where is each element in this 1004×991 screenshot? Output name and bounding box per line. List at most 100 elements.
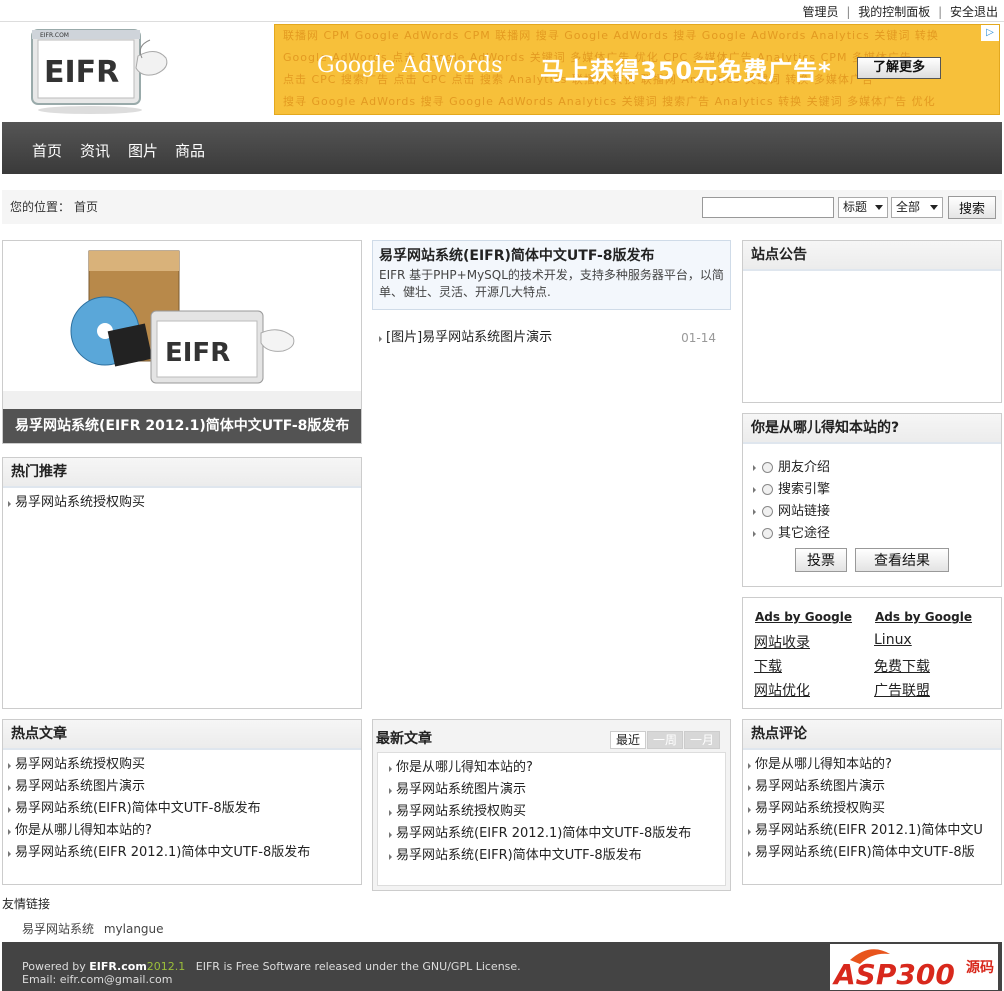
footer: Powered by EIFR.com2012.1 EIFR is Free S… [2,942,1002,991]
ad-link[interactable]: 下载 [754,656,782,676]
ads-by-google-label[interactable]: Ads by Google [755,610,852,624]
breadcrumb-home[interactable]: 首页 [74,198,98,215]
admin-link[interactable]: 管理员 [803,5,839,19]
logout-link[interactable]: 安全退出 [950,5,998,19]
latest-articles-box: 最新文章 最近 一周 一月 你是从哪儿得知本站的? 易孚网站系统图片演示 易孚网站系… [372,719,731,891]
nav-products[interactable]: 商品 [175,140,205,161]
product-box-illustration: EIFR [3,250,361,409]
header: EIFR.COM EIFR 联播网 CPM Google AdWords CPM… [0,22,1004,122]
list-item[interactable]: 易孚网站系统(EIFR 2012.1)简体中文UTF-8版发布 [3,842,361,864]
search-field-value: 标题 [843,200,868,214]
list-item[interactable]: 易孚网站系统授权购买 [3,492,361,514]
search-button[interactable]: 搜索 [948,196,996,219]
friend-links-title: 友情链接 [2,897,51,911]
tab-recent[interactable]: 最近 [609,731,646,749]
hot-comments-title: 热点评论 [743,720,1001,750]
hot-recommend-title: 热门推荐 [3,458,361,488]
search-input[interactable] [702,197,834,218]
list-item[interactable]: 易孚网站系统(EIFR 2012.1)简体中文UTF-8版发布 [384,823,725,845]
ad-link[interactable]: Linux [874,632,912,648]
svg-text:源码: 源码 [966,959,994,976]
tab-week[interactable]: 一周 [646,731,683,749]
list-item[interactable]: 易孚网站系统授权购买 [384,801,725,823]
main-nav: 首页 资讯 图片 商品 [2,122,1002,174]
ad-link[interactable]: 网站优化 [754,680,810,700]
hot-comments-box: 热点评论 你是从哪儿得知本站的? 易孚网站系统图片演示 易孚网站系统授权购买 易… [742,719,1002,885]
bullet-icon [753,464,756,471]
list-item-text[interactable]: [图片]易孚网站系统图片演示 [386,330,552,345]
list-item[interactable]: 易孚网站系统(EIFR)简体中文UTF-8版 [743,842,1001,864]
breadcrumb-label: 您的位置： [10,200,71,214]
tab-month[interactable]: 一月 [683,731,720,749]
list-item[interactable]: 易孚网站系统图片演示 [743,776,1001,798]
poll-option[interactable]: 搜索引擎 [753,480,830,500]
list-item[interactable]: 你是从哪儿得知本站的? [384,757,725,779]
site-logo[interactable]: EIFR.COM EIFR [30,28,180,116]
adchoices-icon[interactable]: ▷ [981,25,999,41]
view-results-button[interactable]: 查看结果 [855,548,949,572]
radio-button[interactable] [762,528,773,539]
search-scope-select[interactable]: 全部 [891,197,943,218]
ad-google-adwords-text: Google AdWords [317,53,503,78]
hot-articles-title: 热点文章 [3,720,361,750]
list-item[interactable]: 易孚网站系统(EIFR)简体中文UTF-8版发布 [384,845,725,867]
slideshow-image[interactable]: EIFR [3,241,361,409]
friend-link[interactable]: 易孚网站系统 [22,922,94,936]
ads-by-google-label[interactable]: Ads by Google [875,610,972,624]
latest-articles-title: 最新文章 [376,731,432,747]
nav-news[interactable]: 资讯 [80,140,110,161]
chevron-down-icon [875,205,883,210]
friend-links: 易孚网站系统 mylangue [22,920,164,937]
list-item[interactable]: 易孚网站系统授权购买 [743,798,1001,820]
svg-text:EIFR.COM: EIFR.COM [40,32,69,39]
top-bar: 管理员 | 我的控制面板 | 安全退出 [0,0,1004,22]
list-item[interactable]: 易孚网站系统授权购买 [3,754,361,776]
list-item[interactable]: 易孚网站系统(EIFR 2012.1)简体中文U [743,820,1001,842]
hot-recommend-box: 热门推荐 易孚网站系统授权购买 [2,457,362,709]
poll-title: 你是从哪儿得知本站的? [743,414,1001,444]
poll-option-label: 网站链接 [778,504,831,519]
asp300-logo[interactable]: ASP300 源码 [830,944,998,991]
headline-description: EIFR 基于PHP+MySQL的技术开发，支持多种服务器平台，以简单、健壮、灵… [379,268,724,299]
vote-button[interactable]: 投票 [795,548,847,572]
ad-banner[interactable]: 联播网 CPM Google AdWords CPM 联播网 搜寻 Google… [274,24,1000,115]
user-links: 管理员 | 我的控制面板 | 安全退出 [803,3,998,20]
notice-box: 站点公告 [742,240,1002,403]
breadcrumb-bar: 您的位置： 首页 标题 全部 搜索 [2,190,1002,224]
footer-brand[interactable]: EIFR.com [89,960,147,973]
nav-home[interactable]: 首页 [32,140,62,161]
notice-title: 站点公告 [743,241,1001,271]
poll-option[interactable]: 网站链接 [753,502,830,522]
ads-by-google-box: Ads by Google Ads by Google 网站收录 下载 网站优化… [742,597,1002,709]
list-item[interactable]: 你是从哪儿得知本站的? [743,754,1001,776]
svg-text:ASP300: ASP300 [832,958,955,990]
radio-button[interactable] [762,484,773,495]
poll-option[interactable]: 其它途径 [753,524,830,544]
poll-option-label: 搜索引擎 [778,482,831,497]
list-item[interactable]: 你是从哪儿得知本站的? [3,820,361,842]
list-item[interactable]: 易孚网站系统图片演示 [384,779,725,801]
slideshow-caption[interactable]: 易孚网站系统(EIFR 2012.1)简体中文UTF-8版发布 [3,409,361,443]
poll-option[interactable]: 朋友介绍 [753,458,830,478]
ad-link[interactable]: 免费下载 [874,656,930,676]
nav-images[interactable]: 图片 [128,140,158,161]
ad-link[interactable]: 网站收录 [754,632,810,652]
bullet-icon [753,530,756,537]
list-item[interactable]: [图片]易孚网站系统图片演示 01-14 [374,327,720,349]
headline-title[interactable]: 易孚网站系统(EIFR)简体中文UTF-8版发布 [379,245,655,265]
slideshow[interactable]: EIFR 易孚网站系统(EIFR 2012.1)简体中文UTF-8版发布 [2,240,362,444]
control-panel-link[interactable]: 我的控制面板 [858,5,930,19]
list-item[interactable]: 易孚网站系统图片演示 [3,776,361,798]
friend-link[interactable]: mylangue [104,922,164,936]
search-field-select[interactable]: 标题 [838,197,888,218]
ad-link[interactable]: 广告联盟 [874,680,930,700]
ad-learn-more-button[interactable]: 了解更多 [857,57,941,79]
radio-button[interactable] [762,506,773,517]
search-scope-value: 全部 [896,200,921,214]
list-item[interactable]: 易孚网站系统(EIFR)简体中文UTF-8版发布 [3,798,361,820]
footer-powered: Powered by EIFR.com2012.1 EIFR is Free S… [22,960,521,973]
poll-option-label: 其它途径 [778,526,831,541]
svg-text:EIFR: EIFR [165,338,230,368]
radio-button[interactable] [762,462,773,473]
latest-tabs: 最近 一周 一月 [609,731,720,749]
